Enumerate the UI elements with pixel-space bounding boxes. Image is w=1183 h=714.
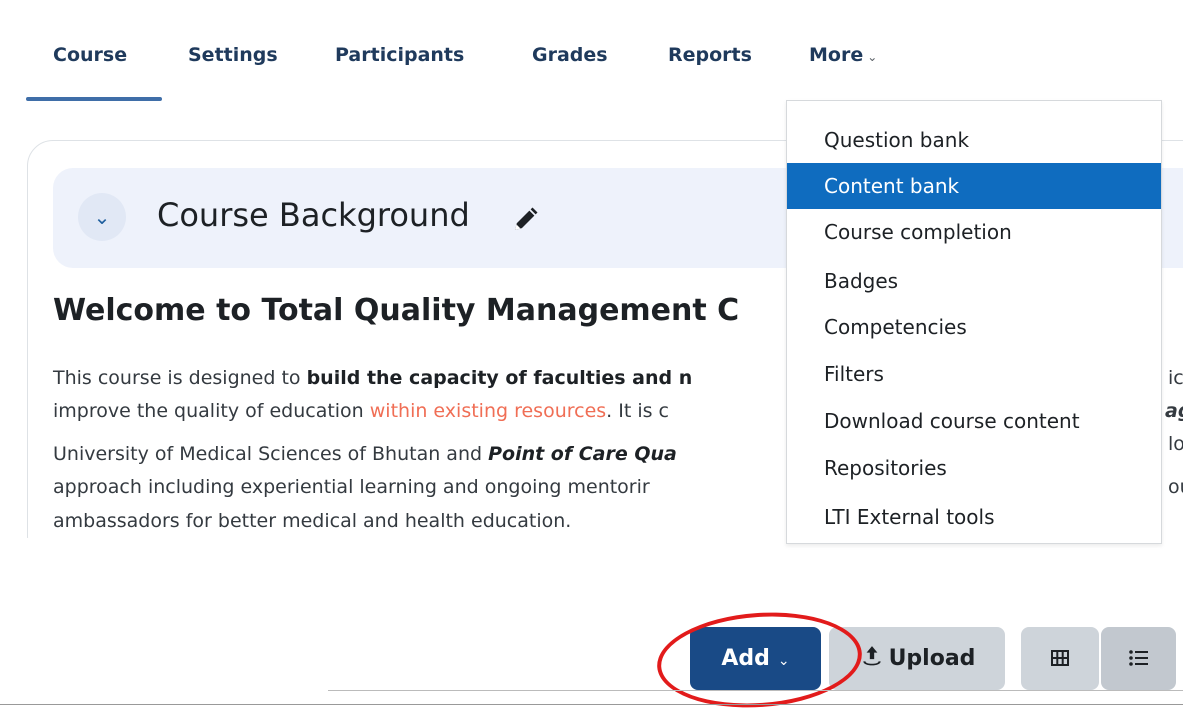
list-view-icon xyxy=(1128,650,1148,666)
description-line-2: improve the quality of education within … xyxy=(53,400,669,422)
description-fragment: ou xyxy=(1168,476,1183,498)
description-fragment: ag xyxy=(1165,400,1183,422)
menu-item-question-bank[interactable]: Question bank xyxy=(787,117,1161,163)
secondary-navigation: Course Settings Participants Grades Repo… xyxy=(0,0,1183,110)
resources-link[interactable]: within existing resources xyxy=(370,400,606,422)
tab-settings[interactable]: Settings xyxy=(188,44,278,66)
more-dropdown-menu: Question bank Content bank Course comple… xyxy=(786,100,1162,544)
tab-grades[interactable]: Grades xyxy=(532,44,608,66)
upload-icon xyxy=(862,646,881,666)
description-text: This course is designed to xyxy=(53,367,307,389)
divider xyxy=(328,690,1183,691)
description-bold-text: build the capacity of faculties and n xyxy=(306,367,693,389)
chevron-down-icon: ⌄ xyxy=(867,50,878,64)
description-fragment: ic xyxy=(1168,367,1183,389)
chevron-down-icon: ⌄ xyxy=(93,205,111,229)
section-title[interactable]: Course Background xyxy=(157,196,470,234)
description-line-5: ambassadors for better medical and healt… xyxy=(53,510,572,532)
description-text: improve the quality of education xyxy=(53,400,370,422)
menu-item-download-course-content[interactable]: Download course content xyxy=(787,398,1161,444)
lower-page-area xyxy=(0,538,1183,713)
collapse-section-button[interactable]: ⌄ xyxy=(78,193,126,241)
tab-course[interactable]: Course xyxy=(53,44,127,66)
menu-item-competencies[interactable]: Competencies xyxy=(787,304,1161,350)
description-line-1: This course is designed to build the cap… xyxy=(53,367,692,389)
description-fragment: lo xyxy=(1168,433,1183,455)
description-line-3: University of Medical Sciences of Bhutan… xyxy=(53,443,677,465)
upload-button-label: Upload xyxy=(888,646,976,671)
divider xyxy=(0,704,1183,705)
menu-item-repositories[interactable]: Repositories xyxy=(787,445,1161,491)
grid-view-button[interactable] xyxy=(1021,627,1099,690)
menu-item-content-bank[interactable]: Content bank xyxy=(787,163,1161,209)
tab-more[interactable]: More ⌄ xyxy=(809,44,877,66)
description-line-4: approach including experiential learning… xyxy=(53,476,650,498)
tab-participants[interactable]: Participants xyxy=(335,44,464,66)
description-text: University of Medical Sciences of Bhutan… xyxy=(53,443,489,465)
active-tab-indicator xyxy=(26,97,162,101)
tab-more-label: More xyxy=(809,44,864,66)
pencil-icon[interactable] xyxy=(510,205,540,235)
menu-item-lti-external-tools[interactable]: LTI External tools xyxy=(787,494,1161,540)
description-text: . It is c xyxy=(606,400,670,422)
tab-reports[interactable]: Reports xyxy=(668,44,752,66)
grid-view-icon xyxy=(1051,650,1069,666)
menu-item-course-completion[interactable]: Course completion xyxy=(787,209,1161,255)
menu-item-filters[interactable]: Filters xyxy=(787,351,1161,397)
course-welcome-heading: Welcome to Total Quality Management C xyxy=(53,293,740,328)
list-view-button[interactable] xyxy=(1101,627,1176,690)
menu-item-badges[interactable]: Badges xyxy=(787,258,1161,304)
description-bold-italic-text: Point of Care Qua xyxy=(488,443,677,465)
